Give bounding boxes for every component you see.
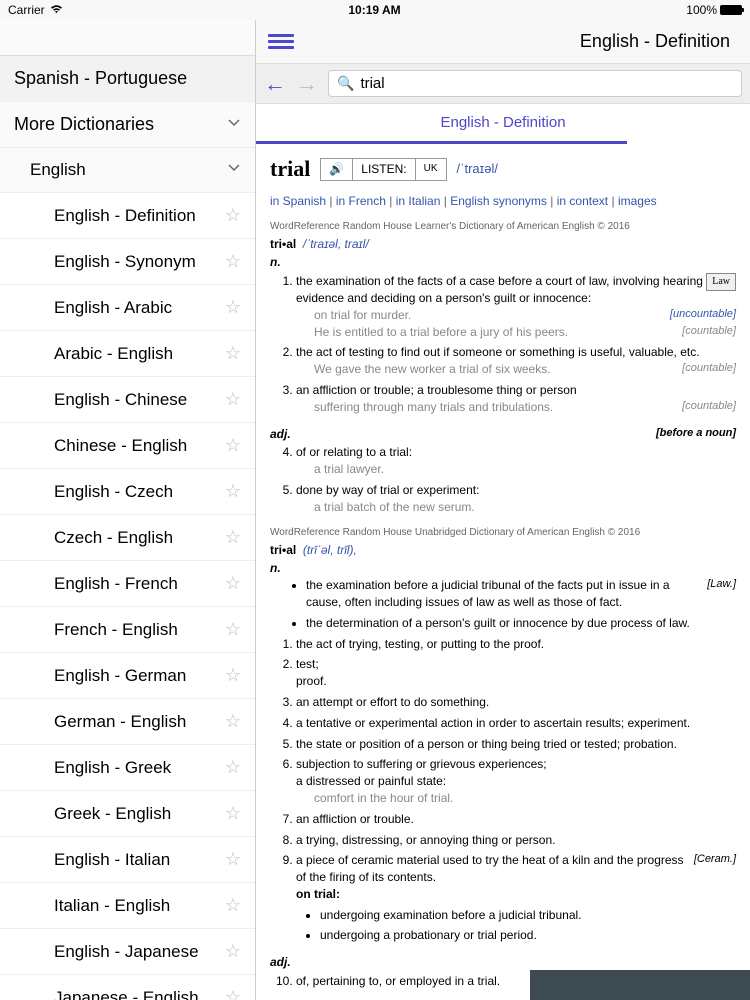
star-icon[interactable]: ☆ [225,389,241,410]
wifi-icon [50,3,63,17]
definition-list: Lawthe examination of the facts of a cas… [270,273,736,415]
page-title: English - Definition [294,31,738,52]
clock: 10:19 AM [348,3,400,17]
sidebar-item[interactable]: French - English☆ [0,607,255,653]
sidebar-item[interactable]: English - Czech☆ [0,469,255,515]
sidebar-item[interactable]: Czech - English☆ [0,515,255,561]
star-icon[interactable]: ☆ [225,941,241,962]
main-panel: English - Definition ← → 🔍 English - Def… [256,20,750,1000]
star-icon[interactable]: ☆ [225,527,241,548]
listen-button[interactable]: 🔊 LISTEN: UK [320,158,446,181]
field-tag: Law [706,273,736,291]
tab-definition[interactable]: English - Definition [256,104,750,144]
headword: trial [270,154,310,185]
bullet-list: [Law.]the examination before a judicial … [270,577,736,631]
sidebar-item[interactable]: English - Arabic☆ [0,285,255,331]
star-icon[interactable]: ☆ [225,435,241,456]
battery-pct: 100% [686,3,717,17]
star-icon[interactable]: ☆ [225,481,241,502]
definition-list: of or relating to a trial:a trial lawyer… [270,444,736,515]
sidebar-item[interactable]: German - English☆ [0,699,255,745]
star-icon[interactable]: ☆ [225,895,241,916]
star-icon[interactable]: ☆ [225,757,241,778]
sidebar-item-top[interactable]: Spanish - Portuguese [0,56,255,102]
sidebar-sub-english[interactable]: English [0,148,255,193]
sidebar-item[interactable]: Greek - English☆ [0,791,255,837]
sidebar-item[interactable]: English - Synonym☆ [0,239,255,285]
sidebar-section-more[interactable]: More Dictionaries [0,102,255,148]
star-icon[interactable]: ☆ [225,619,241,640]
star-icon[interactable]: ☆ [225,573,241,594]
sidebar-item[interactable]: Italian - English☆ [0,883,255,929]
star-icon[interactable]: ☆ [225,251,241,272]
sidebar-item[interactable]: English - Italian☆ [0,837,255,883]
star-icon[interactable]: ☆ [225,297,241,318]
definition-list: the act of trying, testing, or putting t… [270,636,736,945]
status-bar: Carrier 10:19 AM 100% [0,0,750,20]
star-icon[interactable]: ☆ [225,711,241,732]
chevron-down-icon [227,160,241,180]
source1: WordReference Random House Learner's Dic… [270,220,736,234]
battery-icon [720,5,742,15]
back-button[interactable]: ← [264,71,286,97]
star-icon[interactable]: ☆ [225,803,241,824]
content: trial 🔊 LISTEN: UK /ˈtraɪəl/ in Spanish … [256,144,750,1000]
sidebar-item[interactable]: English - German☆ [0,653,255,699]
star-icon[interactable]: ☆ [225,849,241,870]
forward-button: → [296,71,318,97]
cross-link[interactable]: in context [557,194,608,208]
search-box[interactable]: 🔍 [328,70,742,97]
sidebar-item[interactable]: English - Definition☆ [0,193,255,239]
cross-link[interactable]: English synonyms [450,194,547,208]
sidebar-item[interactable]: English - Chinese☆ [0,377,255,423]
cross-link[interactable]: in French [336,194,386,208]
chevron-down-icon [227,114,241,135]
source2: WordReference Random House Unabridged Di… [270,526,736,540]
carrier-label: Carrier [8,3,45,17]
search-input[interactable] [360,75,733,92]
star-icon[interactable]: ☆ [225,665,241,686]
sidebar-item[interactable]: Chinese - English☆ [0,423,255,469]
topbar: English - Definition [256,20,750,64]
sidebar-item[interactable]: English - French☆ [0,561,255,607]
sidebar-item[interactable]: Arabic - English☆ [0,331,255,377]
sidebar-item[interactable]: English - Greek☆ [0,745,255,791]
star-icon[interactable]: ☆ [225,987,241,1000]
cross-link[interactable]: in Italian [396,194,441,208]
speaker-icon: 🔊 [321,159,353,180]
sidebar-item[interactable]: Japanese - English☆ [0,975,255,1000]
footer-block [530,970,750,1000]
menu-icon[interactable] [268,34,294,49]
sidebar: Spanish - Portuguese More Dictionaries E… [0,20,256,1000]
cross-link[interactable]: in Spanish [270,194,326,208]
star-icon[interactable]: ☆ [225,343,241,364]
navbar: ← → 🔍 [256,64,750,104]
star-icon[interactable]: ☆ [225,205,241,226]
cross-links: in Spanish | in French | in Italian | En… [270,193,736,210]
search-icon: 🔍 [337,75,354,92]
pronunciation: /ˈtraɪəl/ [457,160,498,178]
cross-link[interactable]: images [618,194,657,208]
sidebar-item[interactable]: English - Japanese☆ [0,929,255,975]
